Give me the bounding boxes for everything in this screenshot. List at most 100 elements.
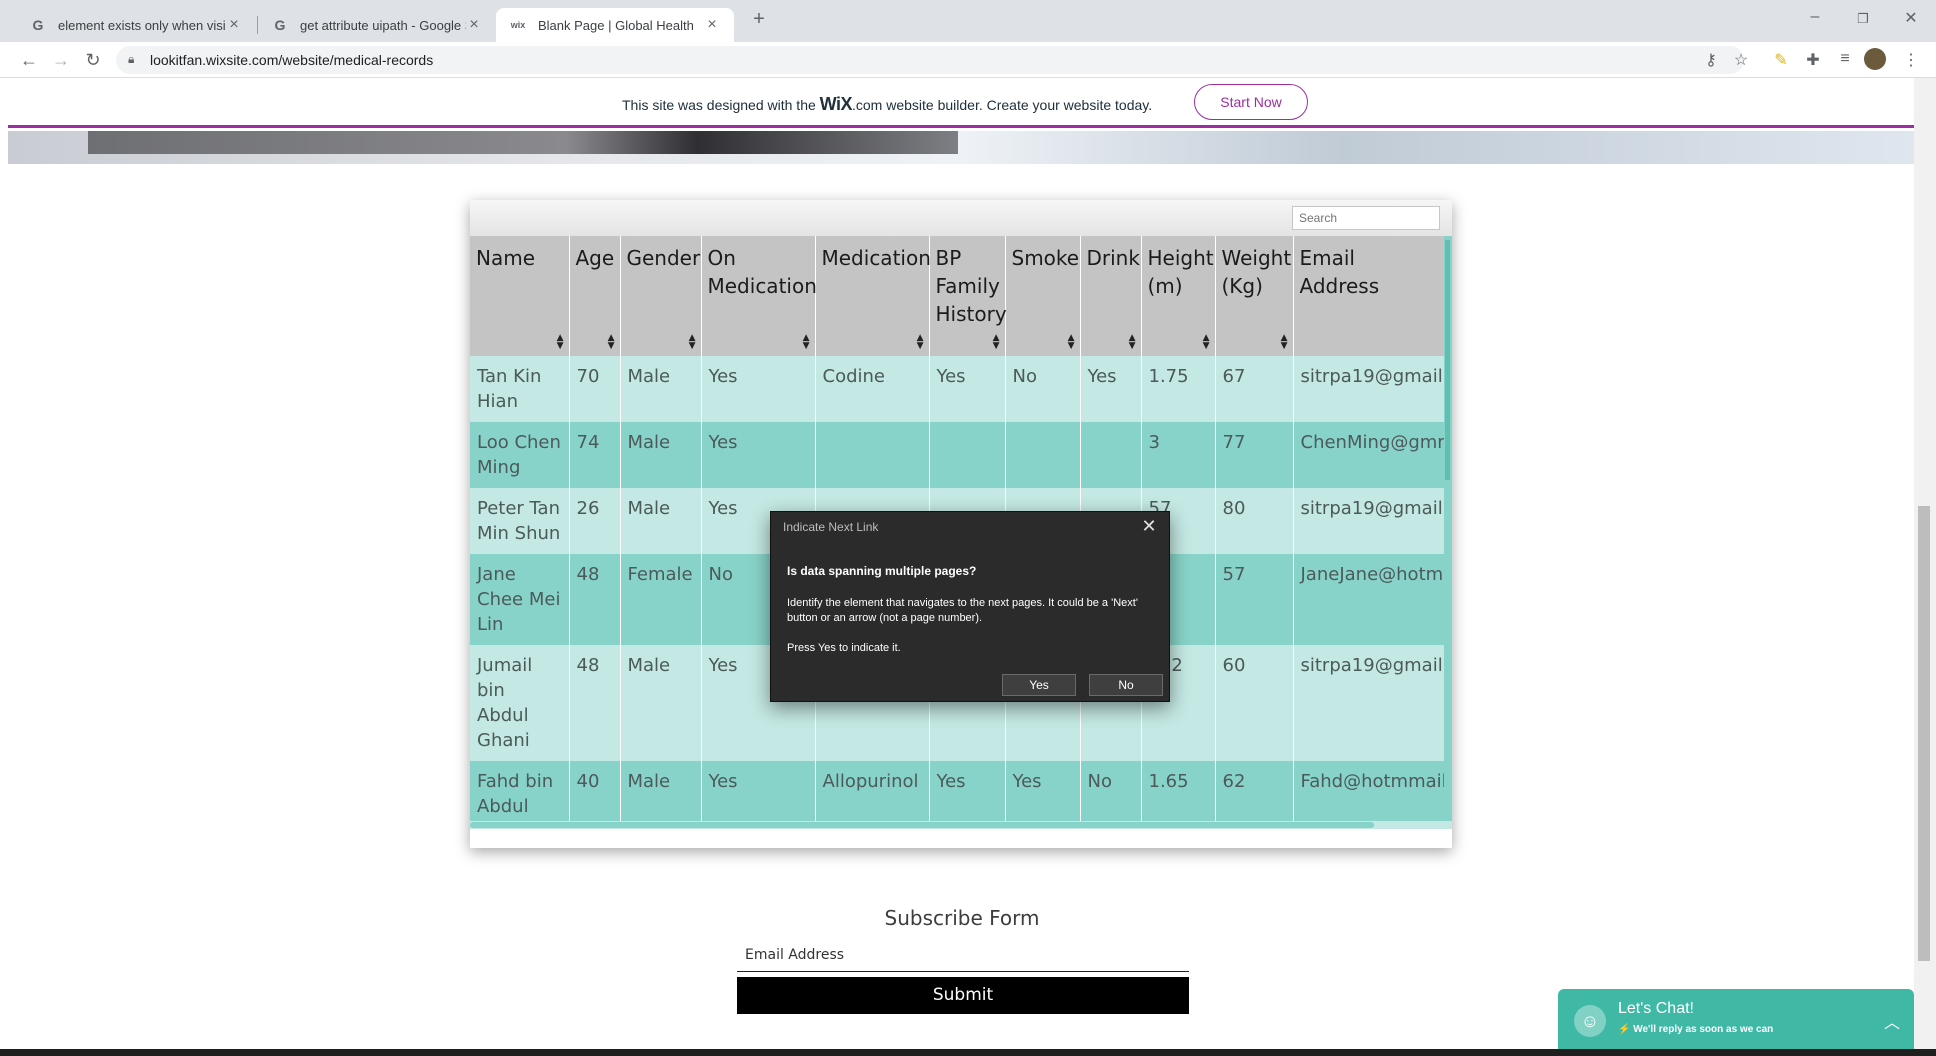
reload-icon[interactable]: ↻: [80, 48, 106, 72]
table-cell: Male: [620, 422, 702, 488]
table-cell: Male: [620, 761, 702, 821]
column-header-drink[interactable]: Drink ▲ ▼: [1080, 236, 1142, 356]
menu-kebab-icon[interactable]: ⋮: [1900, 50, 1922, 70]
sort-icon[interactable]: ▲ ▼: [993, 334, 1000, 351]
table-cell: sitrpa19@gmail.cc: [1293, 645, 1444, 761]
restore-icon[interactable]: ❐: [1848, 11, 1878, 27]
start-now-button[interactable]: Start Now: [1194, 84, 1308, 120]
table-cell: Yes: [701, 761, 816, 821]
column-header-on-medication[interactable]: On Medication ▲ ▼: [701, 236, 817, 356]
table-cell: 48: [569, 645, 621, 761]
column-header-smoke[interactable]: Smoke ▲ ▼: [1005, 236, 1081, 356]
url-text: lookitfan.wixsite.com/website/medical-re…: [150, 52, 434, 68]
column-header-medication[interactable]: Medication ▲ ▼: [815, 236, 931, 356]
table-cell: 60: [1215, 645, 1294, 761]
no-button[interactable]: No: [1089, 674, 1163, 696]
submit-button[interactable]: Submit: [737, 977, 1189, 1014]
back-arrow-icon[interactable]: ←: [16, 48, 42, 72]
chevron-up-icon[interactable]: ︿: [1884, 1009, 1900, 1033]
table-cell: 1.75: [1141, 356, 1216, 422]
yes-button[interactable]: Yes: [1002, 674, 1076, 696]
table-cell: Jane Chee Mei Lin: [470, 554, 570, 645]
column-header-height[interactable]: Height (m) ▲ ▼: [1141, 236, 1216, 356]
promo-text-start: This site was designed with the: [622, 97, 820, 113]
table-cell: Loo Chen Ming: [470, 422, 570, 488]
sort-icon[interactable]: ▲ ▼: [1203, 334, 1210, 351]
column-header-name[interactable]: Name ▲ ▼: [470, 236, 570, 356]
table-cell: 62: [1215, 761, 1294, 821]
lock-icon: 🔒︎: [128, 52, 135, 66]
new-tab-button[interactable]: +: [744, 8, 774, 31]
key-icon[interactable]: ⚷: [1700, 50, 1722, 70]
wix-logo: WiX: [819, 94, 853, 114]
table-cell: 48: [569, 554, 621, 645]
table-horizontal-scroll-thumb[interactable]: [470, 822, 1374, 828]
address-bar[interactable]: 🔒︎ lookitfan.wixsite.com/website/medical…: [116, 46, 1744, 74]
extension-pen-icon[interactable]: ✎: [1770, 50, 1792, 70]
table-cell: 67: [1215, 356, 1294, 422]
page-scroll-thumb[interactable]: [1918, 506, 1930, 961]
sort-icon[interactable]: ▲ ▼: [608, 334, 615, 351]
indicate-next-link-dialog: Indicate Next Link ✕ Is data spanning mu…: [770, 511, 1170, 702]
table-row[interactable]: Tan Kin Hian 70 Male Yes Codine Yes No Y…: [470, 356, 1444, 422]
sort-icon[interactable]: ▲ ▼: [689, 334, 696, 351]
forward-arrow-icon[interactable]: →: [48, 48, 74, 72]
table-cell: 74: [569, 422, 621, 488]
table-cell: Tan Kin Hian: [470, 356, 570, 422]
tab-title: Blank Page | Global Health: [538, 17, 694, 33]
column-header-bp-family-history[interactable]: BP Family History ▲ ▼: [929, 236, 1007, 356]
column-header-gender[interactable]: Gender ▲ ▼: [620, 236, 702, 356]
close-tab-icon[interactable]: ×: [704, 16, 720, 34]
table-cell: 77: [1215, 422, 1294, 488]
taskbar-edge: [0, 1049, 1936, 1056]
table-cell: 80: [1215, 488, 1294, 554]
close-tab-icon[interactable]: ×: [226, 16, 242, 34]
chat-title: Let's Chat!: [1618, 1000, 1694, 1017]
table-cell: No: [1005, 356, 1081, 422]
extensions-puzzle-icon[interactable]: ✚: [1802, 50, 1824, 70]
column-header-weight[interactable]: Weight (Kg) ▲ ▼: [1215, 236, 1294, 356]
table-cell: 40: [569, 761, 621, 821]
hero-image-overlay: [88, 131, 958, 154]
table-cell: Yes: [701, 422, 816, 488]
email-field[interactable]: Email Address: [737, 940, 1189, 972]
table-cell: Fahd bin Abdul Quddoos: [470, 761, 570, 821]
sort-icon[interactable]: ▲ ▼: [1281, 334, 1288, 351]
column-header-label: Age: [575, 246, 615, 270]
dialog-close-icon[interactable]: ✕: [1139, 516, 1159, 537]
profile-avatar[interactable]: [1864, 48, 1886, 70]
table-cell: Yes: [1005, 761, 1081, 821]
table-cell: 26: [569, 488, 621, 554]
smiley-icon: ☺: [1574, 1005, 1606, 1037]
table-cell: [929, 422, 1006, 488]
sort-icon[interactable]: ▲ ▼: [803, 334, 810, 351]
close-tab-icon[interactable]: ×: [466, 16, 482, 34]
browser-tab-active[interactable]: wix Blank Page | Global Health ×: [496, 8, 734, 42]
table-cell: [815, 422, 930, 488]
chat-subtitle: ⚡ We'll reply as soon as we can: [1618, 1024, 1773, 1035]
table-vertical-scroll-thumb[interactable]: [1445, 240, 1450, 480]
table-search-input[interactable]: [1292, 206, 1440, 230]
table-cell: Yes: [929, 356, 1006, 422]
column-header-email[interactable]: Email Address: [1293, 236, 1444, 356]
table-row[interactable]: Loo Chen Ming 74 Male Yes 3 77 ChenMing@…: [470, 422, 1444, 488]
table-header-row: Name ▲ ▼ Age ▲ ▼ Gender ▲ ▼ On Medication ▲ ▼ Me…: [470, 236, 1444, 356]
minimize-icon[interactable]: –: [1800, 8, 1830, 26]
column-header-label: Gender: [626, 246, 701, 270]
window-close-icon[interactable]: ✕: [1896, 8, 1926, 28]
sort-icon[interactable]: ▲ ▼: [917, 334, 924, 351]
sort-icon[interactable]: ▲ ▼: [557, 334, 564, 351]
sort-icon[interactable]: ▲ ▼: [1129, 334, 1136, 351]
bookmark-star-icon[interactable]: ☆: [1730, 50, 1752, 70]
column-header-age[interactable]: Age ▲ ▼: [569, 236, 621, 356]
browser-toolbar: ← → ↻ 🔒︎ lookitfan.wixsite.com/website/m…: [0, 42, 1936, 78]
chat-widget[interactable]: ☺ Let's Chat! ⚡ We'll reply as soon as w…: [1558, 989, 1914, 1056]
sort-icon[interactable]: ▲ ▼: [1068, 334, 1075, 351]
media-control-icon[interactable]: ≡: [1834, 50, 1856, 70]
column-header-label: Drink: [1086, 246, 1140, 270]
google-favicon-icon: G: [274, 17, 286, 33]
browser-tab[interactable]: G get attribute uipath - Google Sea ×: [258, 8, 496, 42]
hero-image: [8, 131, 1914, 164]
table-row[interactable]: Fahd bin Abdul Quddoos 40 Male Yes Allop…: [470, 761, 1444, 821]
browser-tab[interactable]: G element exists only when visible ×: [16, 8, 256, 42]
